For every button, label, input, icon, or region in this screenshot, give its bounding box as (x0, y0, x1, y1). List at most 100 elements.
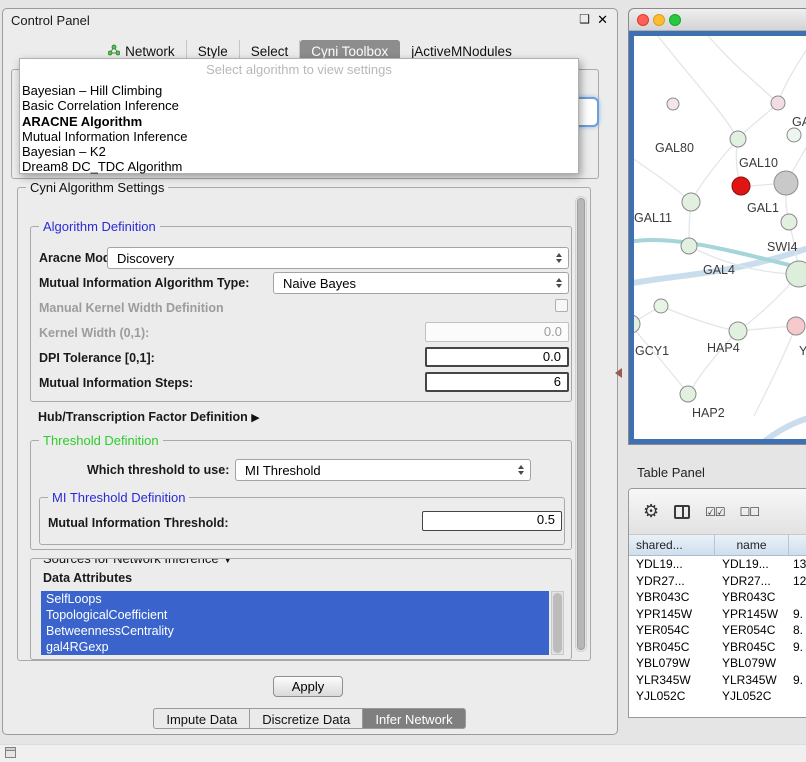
mi-type-select[interactable]: Naive Bayes (273, 272, 569, 294)
algorithm-popup-item[interactable]: Bayesian – Hill Climbing (20, 83, 578, 98)
network-node[interactable] (730, 131, 746, 147)
column-header-name[interactable]: name (715, 535, 789, 555)
table-row[interactable]: YDL19...YDL19...13 (629, 556, 806, 573)
network-edge[interactable] (634, 324, 688, 394)
network-node[interactable] (781, 214, 797, 230)
settings-scrollbar[interactable] (575, 196, 587, 652)
sources-legend[interactable]: Sources for Network Inference ▼ (39, 558, 237, 566)
network-node-label: GAL80 (655, 141, 694, 155)
network-view-frame: GAL80GAL10GAL11GAL1SWI4GAL4GCY1HAP4HAP2G… (629, 31, 806, 444)
algorithm-popup-item[interactable]: ARACNE Algorithm (20, 114, 578, 129)
algorithm-popup-item[interactable]: Mutual Information Inference (20, 129, 578, 144)
network-node-label: GAL1 (747, 201, 779, 215)
network-node[interactable] (654, 299, 668, 313)
network-window-titlebar[interactable] (629, 9, 806, 31)
float-window-icon[interactable]: ❑ (579, 12, 590, 26)
network-node-label: GCY1 (635, 344, 669, 358)
kernel-width-field[interactable]: 0.0 (425, 322, 569, 342)
bottom-tabs: Impute Data Discretize Data Infer Networ… (3, 708, 617, 729)
algorithm-popup-item[interactable]: Dream8 DC_TDC Algorithm (20, 159, 578, 174)
dpi-tolerance-field[interactable]: 0.0 (425, 347, 569, 367)
close-icon[interactable]: ✕ (597, 12, 608, 28)
network-node[interactable] (732, 177, 750, 195)
network-edge[interactable] (704, 36, 778, 103)
network-edge[interactable] (661, 306, 738, 331)
algorithm-popup-item[interactable]: Basic Correlation Inference (20, 98, 578, 113)
data-attributes-label: Data Attributes (43, 571, 132, 585)
table-cell: YBR043C (715, 590, 789, 604)
aracne-mode-select[interactable]: Discovery (107, 247, 569, 269)
network-edge[interactable] (752, 412, 806, 439)
panel-splitter-handle[interactable] (615, 368, 622, 378)
tab-impute-data[interactable]: Impute Data (153, 708, 250, 729)
gear-icon[interactable]: ⚙ (643, 501, 659, 522)
deselect-all-icon[interactable]: ☐☐ (740, 505, 760, 519)
minimize-traffic-icon[interactable] (653, 14, 665, 26)
mi-threshold-label: Mutual Information Threshold: (48, 516, 229, 530)
zoom-traffic-icon[interactable] (669, 14, 681, 26)
table-row[interactable]: YDR27...YDR27...12 (629, 573, 806, 590)
network-node[interactable] (667, 98, 679, 110)
network-edge[interactable] (654, 36, 738, 139)
kernel-width-label: Kernel Width (0,1): (39, 326, 149, 340)
column-header-partial[interactable] (789, 535, 806, 555)
network-edge[interactable] (778, 36, 806, 103)
cyni-algorithm-settings-group: Cyni Algorithm Settings Algorithm Defini… (17, 187, 591, 661)
scrollbar-thumb[interactable] (553, 593, 562, 653)
status-strip (0, 744, 806, 762)
which-threshold-select[interactable]: MI Threshold (235, 459, 531, 481)
table-cell: YBR045C (715, 640, 789, 654)
combo-arrows-icon (556, 273, 562, 293)
mi-steps-field[interactable]: 6 (425, 372, 569, 392)
attribute-item[interactable]: SelfLoops (41, 591, 549, 607)
sources-legend-label: Sources for Network Inference (43, 558, 219, 566)
table-row[interactable]: YBR045CYBR045C9. (629, 639, 806, 656)
tab-label: Cyni Toolbox (311, 44, 388, 59)
table-row[interactable]: YBL079WYBL079W (629, 655, 806, 672)
network-node[interactable] (681, 238, 697, 254)
network-node[interactable] (634, 315, 640, 333)
attribute-item[interactable]: BetweennessCentrality (41, 623, 549, 639)
table-cell: YJL052C (715, 689, 789, 703)
network-node[interactable] (729, 322, 747, 340)
attribute-item[interactable]: TopologicalCoefficient (41, 607, 549, 623)
network-edge[interactable] (634, 156, 691, 202)
tab-infer-network[interactable]: Infer Network (362, 708, 465, 729)
network-node[interactable] (787, 128, 801, 142)
table-row[interactable]: YBR043CYBR043C (629, 589, 806, 606)
network-node[interactable] (787, 317, 805, 335)
combo-arrows-icon (518, 460, 524, 480)
network-canvas[interactable]: GAL80GAL10GAL11GAL1SWI4GAL4GCY1HAP4HAP2G… (634, 36, 806, 439)
network-node[interactable] (771, 96, 785, 110)
hub-factor-section[interactable]: Hub/Transcription Factor Definition ▶ (38, 410, 260, 424)
select-all-icon[interactable]: ☑☑ (705, 505, 725, 519)
attribute-item[interactable]: gal4RGexp (41, 639, 549, 655)
network-node[interactable] (680, 386, 696, 402)
network-edge[interactable] (754, 326, 796, 416)
apply-button[interactable]: Apply (273, 676, 343, 697)
attributes-list-scrollbar[interactable] (551, 591, 564, 655)
table-cell: YDL19... (715, 557, 789, 571)
scrollbar-thumb[interactable] (577, 198, 585, 650)
network-edge[interactable] (691, 139, 738, 202)
network-node[interactable] (774, 171, 798, 195)
table-cell: YJL052C (629, 689, 715, 703)
table-row[interactable]: YER054CYER054C8. (629, 622, 806, 639)
column-header-shared-name[interactable]: shared... (629, 535, 715, 555)
table-row[interactable]: YPR145WYPR145W9. (629, 606, 806, 623)
table-row[interactable]: YLR345WYLR345W9. (629, 672, 806, 689)
mi-type-value: Naive Bayes (283, 276, 356, 291)
network-node[interactable] (682, 193, 700, 211)
manual-kernel-checkbox[interactable] (555, 299, 568, 312)
table-cell: 8. (789, 623, 806, 637)
algorithm-popup-item[interactable]: Bayesian – K2 (20, 144, 578, 159)
columns-icon[interactable] (674, 505, 690, 519)
table-cell: YDL19... (629, 557, 715, 571)
mi-threshold-field[interactable]: 0.5 (422, 511, 562, 531)
table-cell: YLR345W (629, 673, 715, 687)
minimized-panel-icon[interactable] (5, 747, 16, 758)
table-row[interactable]: YJL052CYJL052C (629, 688, 806, 705)
tab-discretize-data[interactable]: Discretize Data (249, 708, 363, 729)
algorithm-definition-title: Algorithm Definition (39, 219, 160, 234)
close-traffic-icon[interactable] (637, 14, 649, 26)
